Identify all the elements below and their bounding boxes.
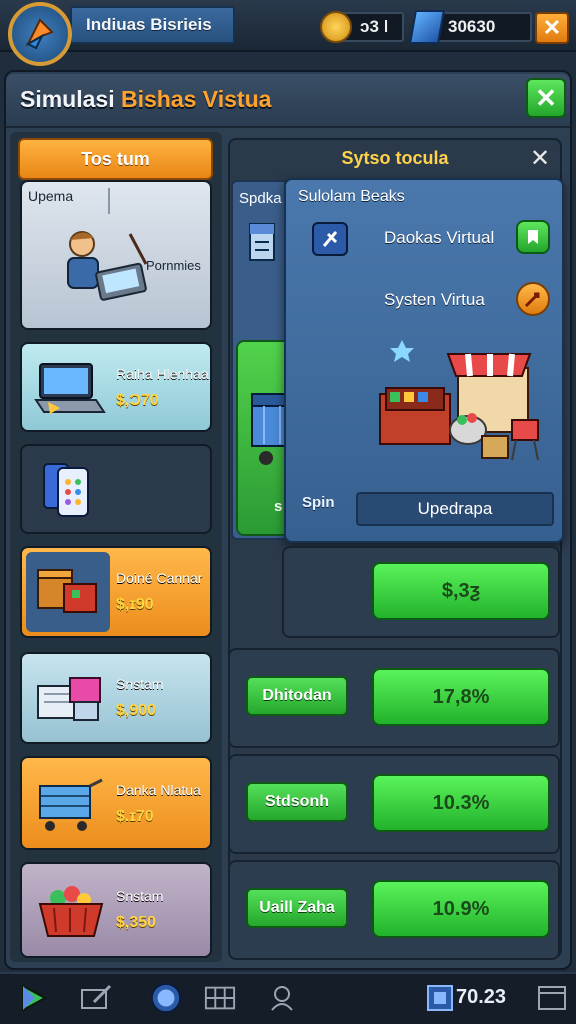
stat-label-3-button[interactable]: Stdsonh bbox=[246, 782, 348, 822]
card-price: $,Ɔ70 bbox=[116, 392, 159, 409]
divider bbox=[108, 188, 110, 214]
card-price: $,ɪ90 bbox=[116, 596, 154, 613]
grid-icon[interactable] bbox=[204, 984, 236, 1012]
business-name-plate: Indiuas Bisrieis bbox=[70, 6, 235, 44]
coin-icon bbox=[320, 11, 352, 43]
shop-card-store[interactable]: Doiné Cannar $,ɪ90 bbox=[20, 546, 212, 638]
edit-icon[interactable] bbox=[80, 984, 112, 1012]
card-label: Snstam bbox=[116, 888, 164, 904]
basket-icon bbox=[38, 886, 104, 937]
stat-value-1-button[interactable]: $,3ƺ bbox=[372, 562, 550, 620]
title-orange-part: Bishas Vistua bbox=[120, 86, 272, 112]
home-circle-icon[interactable] bbox=[150, 982, 182, 1014]
bottom-value: 70.23 bbox=[456, 986, 507, 1008]
window-icon[interactable] bbox=[536, 984, 568, 1012]
card-label: Upema bbox=[28, 188, 74, 204]
server-icon bbox=[249, 223, 275, 261]
shop-card-system[interactable]: Snstam $,900 bbox=[20, 652, 212, 744]
upgrade-button[interactable]: Upedrapa bbox=[356, 492, 554, 526]
card-price: $,350 bbox=[116, 914, 157, 931]
stat-value-2-button[interactable]: 17,8% bbox=[372, 668, 550, 726]
spin-label: Spin bbox=[302, 494, 335, 511]
shop-card-phone[interactable] bbox=[20, 444, 212, 534]
popup-row-1-label: Daokas Virtual bbox=[384, 228, 495, 247]
right-panel-title: Sytso tocula bbox=[341, 148, 449, 168]
card-label: Snstam bbox=[116, 676, 164, 692]
stat-label-2-button[interactable]: Dhitodan bbox=[246, 676, 348, 716]
card-label: Danka Nlatua bbox=[116, 782, 201, 798]
top-close-button[interactable]: ✕ bbox=[535, 12, 569, 44]
gem-icon bbox=[409, 10, 445, 44]
stat-label-4-button[interactable]: Uaill Zaha bbox=[246, 888, 348, 928]
business-popup: Sulolam Beaks Daokas Virtual Systen Virt… bbox=[284, 178, 564, 543]
shop-card-upema[interactable]: Upema Pornmies bbox=[20, 180, 212, 330]
box-stall-icon bbox=[37, 569, 97, 613]
stat-value-3-button[interactable]: 10.3% bbox=[372, 774, 550, 832]
title-white-part: Simulasi bbox=[20, 86, 121, 112]
close-button[interactable]: ✕ bbox=[526, 78, 566, 118]
shop-card-computer[interactable]: Raiha Hlenhaa $,Ɔ70 bbox=[20, 342, 212, 432]
page-title: Simulasi Bishas Vistua bbox=[20, 86, 271, 113]
stats-icon bbox=[424, 984, 456, 1012]
shopping-cart-icon bbox=[39, 778, 103, 831]
card-label: Doiné Cannar bbox=[116, 570, 203, 586]
right-panel-close-button[interactable]: ✕ bbox=[530, 144, 550, 173]
worker-computer-icon bbox=[67, 231, 148, 301]
popup-row-2-label: Systen Virtua bbox=[384, 290, 485, 309]
popup-title: Sulolam Beaks bbox=[298, 188, 405, 205]
card-caption: Pornmies bbox=[146, 258, 201, 273]
laptop-icon bbox=[34, 363, 106, 414]
sub-panel-label: Spdka bbox=[239, 190, 282, 207]
shop-stall-icon bbox=[379, 340, 539, 461]
cash-register-icon bbox=[37, 677, 101, 721]
bookmark-button[interactable] bbox=[516, 220, 550, 254]
card-label: Raiha Hlenhaa bbox=[116, 366, 209, 382]
game-logo-icon[interactable] bbox=[8, 2, 72, 66]
pin-icon bbox=[312, 222, 348, 256]
card-price: $.ɪ70 bbox=[116, 808, 154, 825]
rocket-button[interactable] bbox=[516, 282, 550, 316]
play-store-icon[interactable] bbox=[18, 984, 50, 1012]
stat-value-4-button[interactable]: 10.9% bbox=[372, 880, 550, 938]
cart-item-prefix: s bbox=[274, 498, 283, 515]
sidebar-tab[interactable]: Tos tum bbox=[18, 138, 213, 180]
user-icon[interactable] bbox=[266, 984, 298, 1012]
shop-card-basket[interactable]: Snstam $,350 bbox=[20, 862, 212, 958]
shop-card-cart[interactable]: Danka Nlatua $.ɪ70 bbox=[20, 756, 212, 850]
phone-icon bbox=[43, 463, 89, 517]
card-price: $,900 bbox=[116, 702, 157, 719]
